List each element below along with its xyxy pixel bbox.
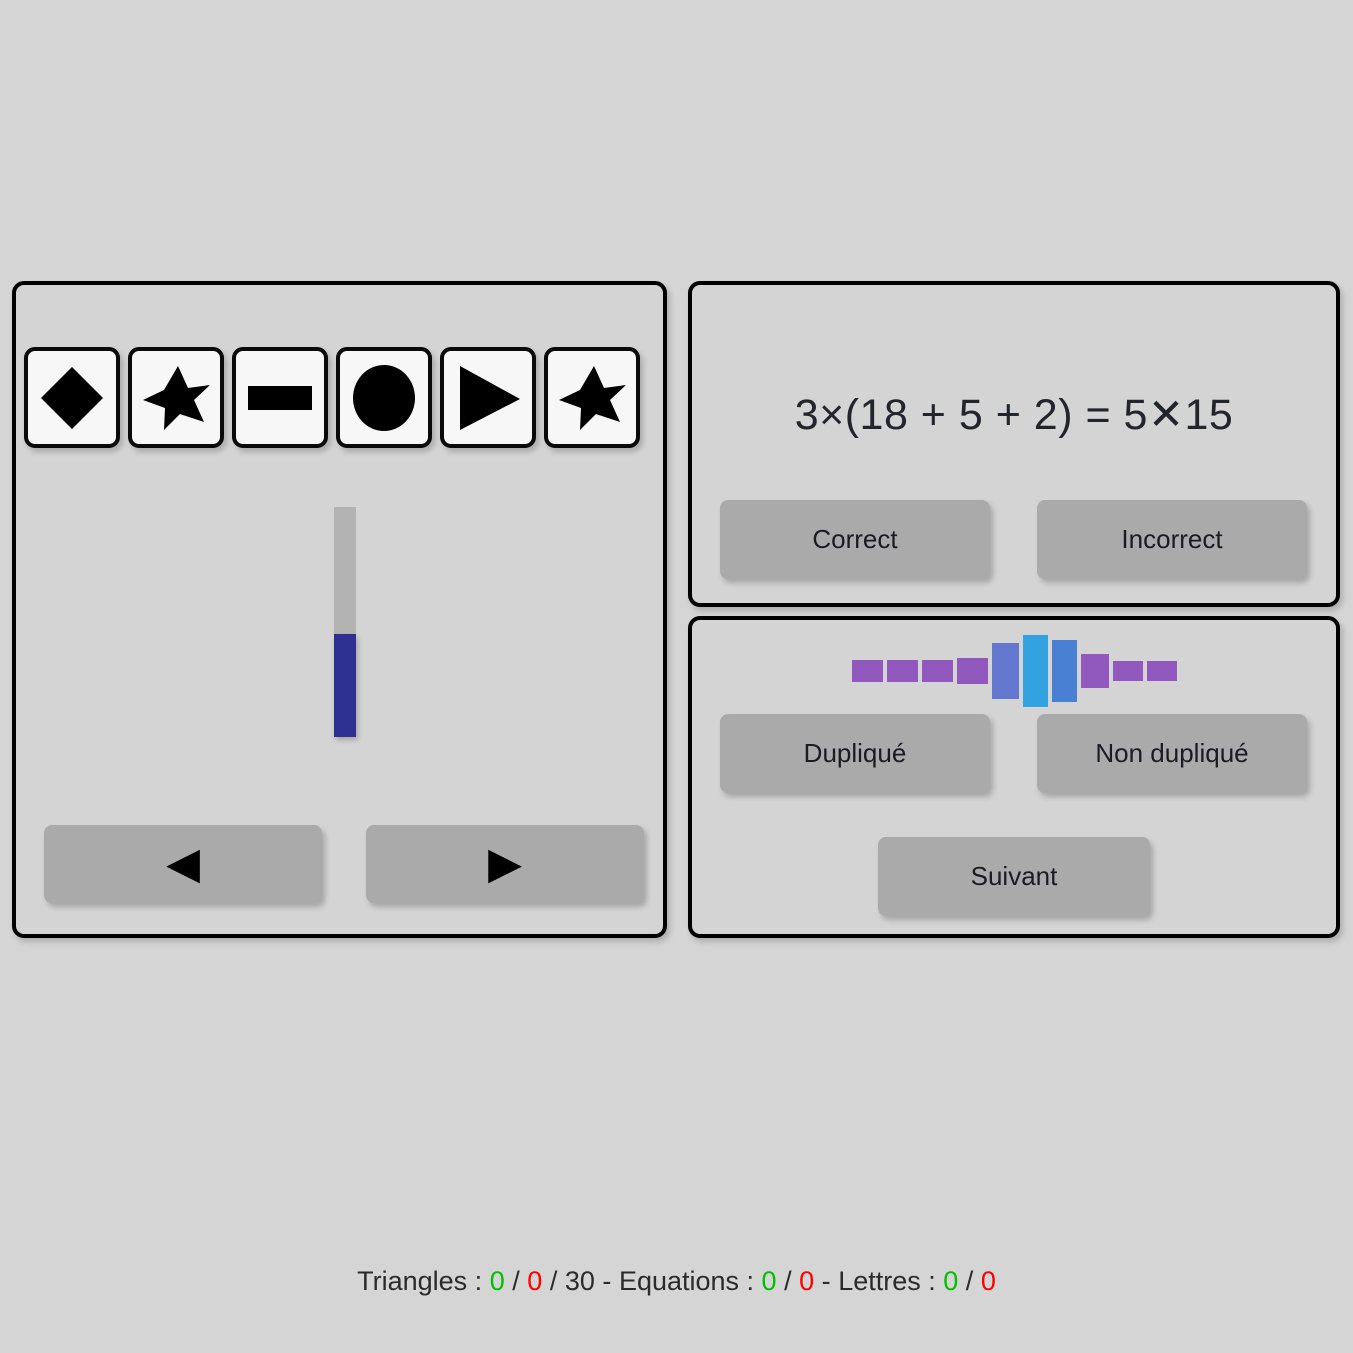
letter-mask-bar (886, 660, 918, 682)
diamond-icon (36, 362, 108, 434)
shape-card-rectangle[interactable] (232, 347, 328, 448)
circle-icon (348, 362, 420, 434)
shape-card-circle[interactable] (336, 347, 432, 448)
status-equations-wrong: 0 (799, 1266, 815, 1296)
star6-icon (556, 362, 628, 434)
equation-text: 3×(18 + 5 + 2) = 5✕15 (794, 391, 1234, 439)
status-bar: Triangles : 0 / 0 / 30 - Equations : 0 /… (0, 1266, 1353, 1297)
equation-incorrect-button[interactable]: Incorrect (1037, 500, 1307, 579)
status-triangles-correct: 0 (489, 1266, 505, 1296)
shapes-task-panel: ◀ ▶ (12, 281, 667, 938)
shape-card-star-2[interactable] (544, 347, 640, 448)
letter-mask-bar (851, 660, 883, 682)
shape-card-star-1[interactable] (128, 347, 224, 448)
letter-mask-stimulus (692, 630, 1336, 712)
vertical-slider[interactable] (326, 507, 362, 737)
status-equations-correct: 0 (761, 1266, 777, 1296)
app-root: ◀ ▶ 3×(18 + 5 + 2) = 5✕15 Correct Incorr… (0, 0, 1353, 1353)
letter-mask-bar (921, 660, 953, 682)
next-trial-button[interactable]: Suivant (878, 837, 1150, 916)
letter-mask-bar (1080, 654, 1109, 688)
shape-card-row (24, 347, 640, 448)
letter-mask-bar (1112, 661, 1143, 681)
triangle-icon (452, 362, 524, 434)
not-duplicate-button[interactable]: Non dupliqué (1037, 714, 1307, 793)
rectangle-icon (244, 362, 316, 434)
star6-icon (140, 362, 212, 434)
status-slash-2: / (549, 1266, 558, 1296)
status-triangles-wrong: 0 (527, 1266, 543, 1296)
letter-mask-bar (1022, 635, 1048, 707)
letter-mask-bar (991, 643, 1019, 699)
next-button[interactable]: ▶ (366, 825, 644, 903)
letter-mask-bar (956, 658, 988, 684)
status-letters-wrong: 0 (980, 1266, 996, 1296)
status-slash-4: / (965, 1266, 974, 1296)
status-separator-2: - (821, 1266, 831, 1296)
previous-button[interactable]: ◀ (44, 825, 322, 903)
status-letters-correct: 0 (943, 1266, 959, 1296)
shape-card-triangle[interactable] (440, 347, 536, 448)
status-slash-3: / (784, 1266, 792, 1296)
slider-thumb[interactable] (334, 634, 356, 737)
equation-correct-button[interactable]: Correct (720, 500, 990, 579)
slider-track[interactable] (334, 507, 356, 634)
status-triangles-total: 30 (564, 1266, 595, 1296)
letters-task-panel: Dupliqué Non dupliqué Suivant (688, 616, 1340, 938)
status-equations-label: Equations : (618, 1266, 755, 1296)
status-separator-1: - (602, 1266, 612, 1296)
letter-mask-bar (1146, 661, 1177, 681)
letter-mask-bar (1051, 640, 1077, 702)
equation-task-panel: 3×(18 + 5 + 2) = 5✕15 Correct Incorrect (688, 281, 1340, 607)
status-letters-label: Lettres : (838, 1266, 936, 1296)
shape-card-diamond[interactable] (24, 347, 120, 448)
duplicate-button[interactable]: Dupliqué (720, 714, 990, 793)
status-slash-1: / (512, 1266, 520, 1296)
status-triangles-label: Triangles : (357, 1266, 483, 1296)
